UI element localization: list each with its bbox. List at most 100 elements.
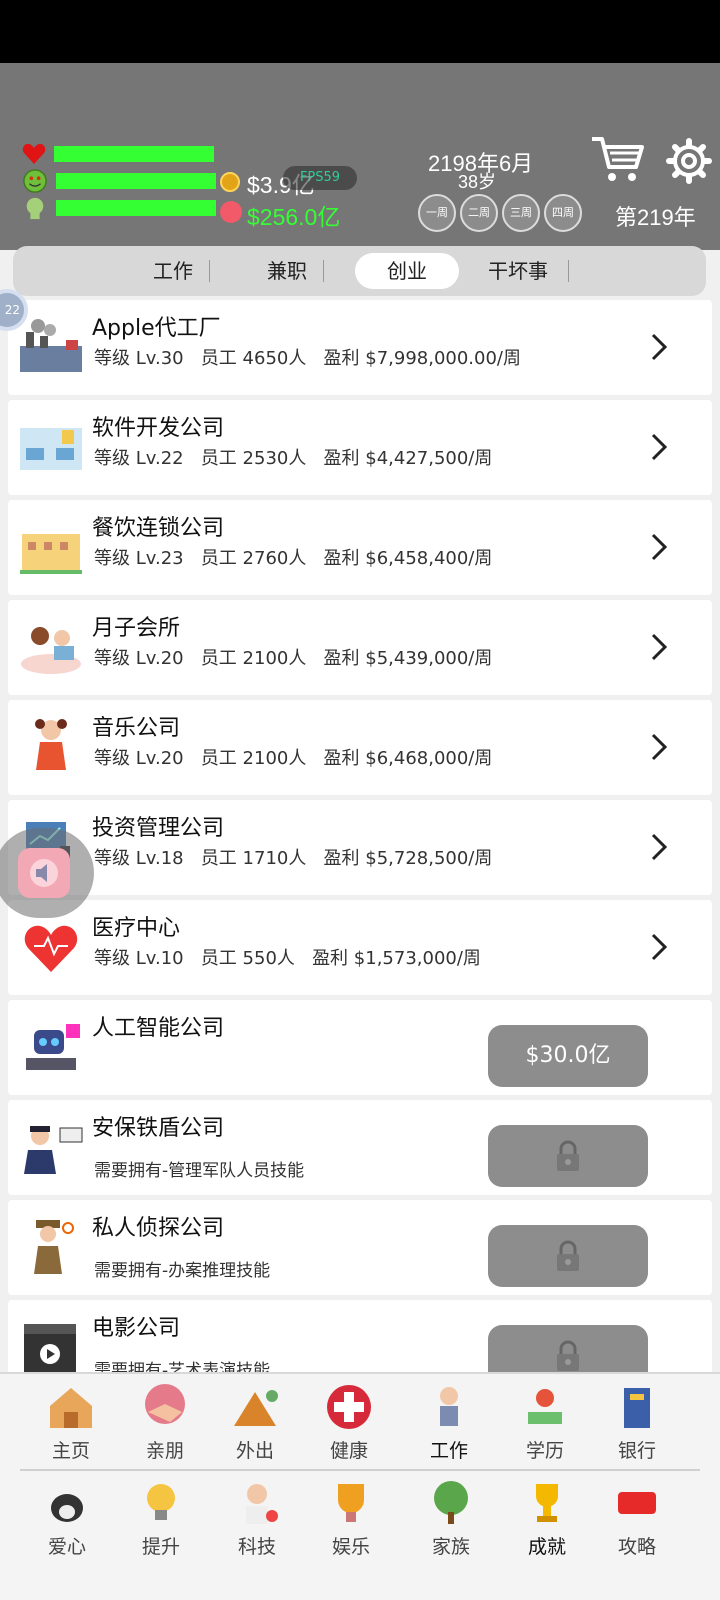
nav-family[interactable]: 家族 [406,1474,496,1564]
nav-label: 爱心 [47,1536,86,1558]
business-staff: 员工 550人 [200,948,295,969]
business-name: 私人侦探公司 [92,1216,225,1241]
detective-icon [34,1220,74,1274]
student-reading-icon [528,1389,562,1424]
business-card-software[interactable]: 软件开发公司 等级 Lv.22 员工 2530人 盈利 $4,427,500/周 [8,400,712,495]
buy-business-button[interactable]: $30.0亿 [488,1025,648,1087]
nav-bank[interactable]: 银行 [592,1378,682,1468]
lock-icon [557,1240,579,1271]
health-bar [54,146,214,162]
nav-health[interactable]: 健康 [304,1378,394,1468]
business-card-restaurant[interactable]: 餐饮连锁公司 等级 Lv.23 员工 2760人 盈利 $6,458,400/周 [8,500,712,595]
savings-value: $256.0亿 [247,204,341,230]
tab-startup[interactable]: 创业 [355,253,459,289]
nav-label: 外出 [235,1440,274,1462]
nav-improve[interactable]: 提升 [116,1474,206,1564]
business-name: 医疗中心 [92,916,181,941]
business-card-apple[interactable]: Apple代工厂 等级 Lv.30 员工 4650人 盈利 $7,998,000… [8,300,712,395]
floating-music-button[interactable] [0,828,94,918]
tab-divider [209,260,210,282]
business-staff: 员工 2760人 [200,548,307,569]
office-icon [20,428,82,470]
business-card-music[interactable]: 音乐公司 等级 Lv.20 员工 2100人 盈利 $6,468,000/周 [8,700,712,795]
tab-work[interactable]: 工作 [143,253,203,289]
business-name: Apple代工厂 [92,316,221,341]
chevron-right-icon[interactable] [648,530,670,564]
week-3-button[interactable]: 三周 [502,194,540,232]
medical-heart-icon [24,925,78,972]
happiness-row [22,169,216,193]
nav-label: 攻略 [617,1536,656,1558]
nav-outing[interactable]: 外出 [210,1378,300,1468]
business-profit: 盈利 $4,427,500/周 [323,448,493,469]
nav-friends[interactable]: 亲朋 [120,1378,210,1468]
unlock-requirement: 需要拥有-管理军队人员技能 [94,1161,305,1181]
nav-entertainment[interactable]: 娱乐 [306,1474,396,1564]
brain-head-icon [26,197,44,220]
business-card-postpartum[interactable]: 月子会所 等级 Lv.20 员工 2100人 盈利 $5,439,000/周 [8,600,712,695]
chevron-right-icon[interactable] [648,330,670,364]
lightbulb-icon [147,1484,175,1520]
business-name: 投资管理公司 [92,816,225,841]
business-stats: 等级 Lv.20 员工 2100人 盈利 $5,439,000/周 [94,644,492,670]
nav-achievements[interactable]: 成就 [502,1474,592,1564]
nav-label: 健康 [329,1440,368,1462]
nav-tech[interactable]: 科技 [212,1474,302,1564]
gear-icon[interactable] [666,138,712,184]
tab-divider [323,260,324,282]
nav-charity[interactable]: 爱心 [22,1474,112,1564]
business-card-medical[interactable]: 医疗中心 等级 Lv.10 员工 550人 盈利 $1,573,000/周 [8,900,712,995]
business-card-investment[interactable]: 投资管理公司 等级 Lv.18 员工 1710人 盈利 $5,728,500/周 [8,800,712,895]
chevron-right-icon[interactable] [648,830,670,864]
locked-button[interactable] [488,1225,648,1287]
chevron-right-icon[interactable] [648,430,670,464]
business-profit: 盈利 $7,998,000.00/周 [323,348,521,369]
nav-guide[interactable]: 攻略 [592,1474,682,1564]
tab-mischief[interactable]: 干坏事 [478,253,558,289]
business-stats: 等级 Lv.22 员工 2530人 盈利 $4,427,500/周 [94,444,492,470]
worker-icon [440,1387,458,1426]
week-2-button[interactable]: 二周 [460,194,498,232]
business-name: 餐饮连锁公司 [92,516,225,541]
business-staff: 员工 2100人 [200,748,307,769]
week-4-button[interactable]: 四周 [544,194,582,232]
business-name: 人工智能公司 [92,1016,225,1041]
health-row [22,143,214,165]
chevron-right-icon[interactable] [648,730,670,764]
robot-icon [26,1024,80,1070]
tent-icon [234,1390,278,1426]
nav-label: 亲朋 [145,1440,184,1462]
locked-button[interactable] [488,1325,648,1372]
business-level: 等级 Lv.18 [94,848,184,869]
chevron-right-icon[interactable] [648,630,670,664]
family-tree-icon [434,1481,468,1524]
singer-icon [35,719,67,770]
fps-counter: FPS59 [283,166,357,190]
business-card-ai: 人工智能公司 $30.0亿 [8,1000,712,1095]
chevron-right-icon[interactable] [648,930,670,964]
shopping-cart-icon[interactable] [590,133,646,185]
nav-education[interactable]: 学历 [500,1378,590,1468]
tab-parttime[interactable]: 兼职 [257,253,317,289]
business-name: 安保铁盾公司 [92,1116,225,1141]
bottom-navigation: 主页 亲朋 外出 健康 工作 学历 银行 爱心 提升 科技 娱乐 家族 成就 攻… [0,1372,720,1600]
nav-home[interactable]: 主页 [26,1378,116,1468]
business-stats: 等级 Lv.20 员工 2100人 盈利 $6,468,000/周 [94,744,492,770]
week-1-button[interactable]: 一周 [418,194,456,232]
nav-label: 科技 [237,1536,276,1558]
scientist-icon [246,1484,278,1524]
restaurant-building-icon [20,534,82,574]
business-stats: 等级 Lv.18 员工 1710人 盈利 $5,728,500/周 [94,844,492,870]
business-profit: 盈利 $5,728,500/周 [323,848,493,869]
business-staff: 员工 2100人 [200,648,307,669]
business-staff: 员工 4650人 [200,348,307,369]
nav-work[interactable]: 工作 [404,1378,494,1468]
clapperboard-icon [24,1324,76,1372]
trophy-icon [536,1484,558,1522]
nav-label: 娱乐 [331,1536,370,1558]
house-icon [50,1388,92,1428]
locked-button[interactable] [488,1125,648,1187]
nav-label: 工作 [429,1440,468,1462]
business-staff: 员工 1710人 [200,848,307,869]
business-stats: 等级 Lv.10 员工 550人 盈利 $1,573,000/周 [94,944,481,970]
